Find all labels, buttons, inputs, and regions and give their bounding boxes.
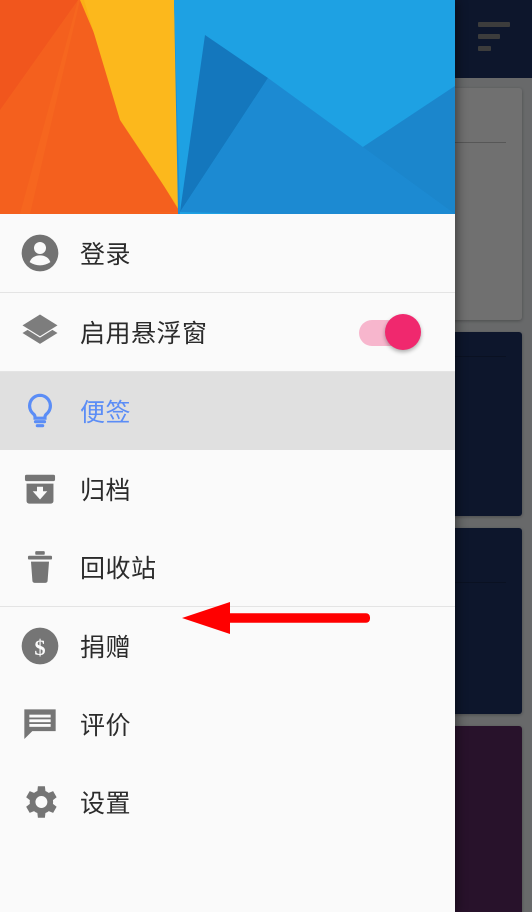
drawer-item-label: 便签 — [80, 399, 132, 427]
floating-window-toggle[interactable] — [359, 314, 421, 350]
drawer-item-label: 归档 — [80, 477, 132, 505]
drawer-menu: 登录 启用悬浮窗 便签 归档 回收站 $ 捐赠 评价 设置 — [0, 214, 455, 841]
svg-text:$: $ — [34, 635, 45, 660]
drawer-item-label: 捐赠 — [80, 634, 132, 662]
account-circle-icon — [0, 233, 80, 273]
drawer-item-rate[interactable]: 评价 — [0, 685, 455, 763]
dollar-coin-icon: $ — [0, 626, 80, 666]
drawer-item-archive[interactable]: 归档 — [0, 450, 455, 528]
toggle-thumb — [385, 314, 421, 350]
drawer-item-label: 评价 — [80, 712, 132, 740]
app-screen: 备忘录 Missing 右滑 删除 — [0, 0, 532, 912]
drawer-item-label: 设置 — [80, 790, 132, 818]
drawer-item-floating-window[interactable]: 启用悬浮窗 — [0, 293, 455, 371]
drawer-item-label: 登录 — [80, 241, 132, 269]
layers-icon — [0, 311, 80, 353]
drawer-item-settings[interactable]: 设置 — [0, 763, 455, 841]
trash-icon — [0, 548, 80, 586]
drawer-item-login[interactable]: 登录 — [0, 214, 455, 292]
lightbulb-icon — [0, 391, 80, 431]
drawer-header-image — [0, 0, 455, 214]
drawer-item-label: 回收站 — [80, 555, 157, 583]
gear-icon — [0, 781, 80, 823]
archive-icon — [0, 470, 80, 508]
comment-icon — [0, 704, 80, 744]
drawer-item-notes[interactable]: 便签 — [0, 372, 455, 450]
drawer-item-label: 启用悬浮窗 — [80, 320, 208, 348]
navigation-drawer: 登录 启用悬浮窗 便签 归档 回收站 $ 捐赠 评价 设置 — [0, 0, 455, 912]
drawer-item-trash[interactable]: 回收站 — [0, 528, 455, 606]
drawer-item-donate[interactable]: $ 捐赠 — [0, 607, 455, 685]
material-geometric-artwork — [0, 0, 455, 214]
